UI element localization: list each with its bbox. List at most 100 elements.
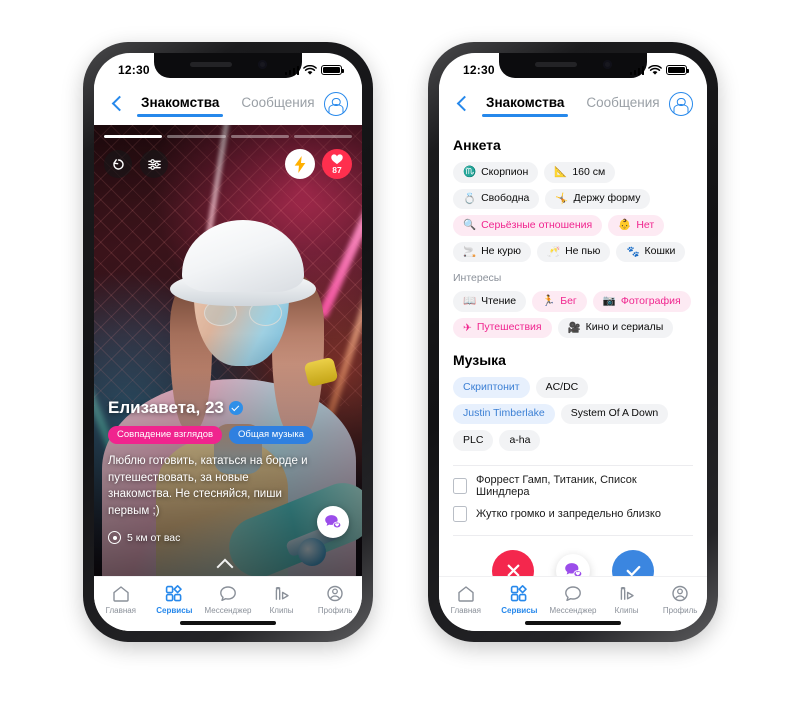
nav-item-messenger[interactable]: Мессенджер bbox=[547, 584, 599, 615]
chip-drinking[interactable]: 🥂 Не пью bbox=[536, 241, 611, 263]
nav-item-services[interactable]: Сервисы bbox=[493, 584, 545, 615]
cigarette-icon: 🚬 bbox=[463, 245, 477, 258]
nav-label-clips: Клипы bbox=[614, 606, 639, 615]
nav-item-profile[interactable]: Профиль bbox=[309, 584, 361, 615]
nav-label-services: Сервисы bbox=[156, 606, 193, 615]
top-navigation-bar: Знакомства Сообщения bbox=[439, 83, 707, 125]
chip-photography[interactable]: 📷 Фотография bbox=[592, 291, 691, 312]
film-strip-icon bbox=[453, 477, 467, 494]
tab-messages[interactable]: Сообщения bbox=[586, 95, 659, 114]
chip-label: Серьёзные отношения bbox=[481, 218, 593, 231]
match-badges: Совпадение взглядов Общая музыка bbox=[108, 425, 348, 444]
baby-icon: 👶 bbox=[618, 219, 632, 232]
likes-counter[interactable]: 87 bbox=[322, 149, 352, 179]
nav-item-services[interactable]: Сервисы bbox=[148, 584, 200, 615]
nav-item-messenger[interactable]: Мессенджер bbox=[202, 584, 254, 615]
chip-pets[interactable]: 🐾 Кошки bbox=[616, 241, 686, 263]
chip-zodiac[interactable]: ♏ Скорпион bbox=[453, 162, 539, 183]
chip-label: Нет bbox=[636, 218, 655, 231]
back-chevron-icon[interactable] bbox=[108, 94, 128, 114]
nav-item-clips[interactable]: Клипы bbox=[256, 584, 308, 615]
profile-circle-icon bbox=[670, 584, 690, 603]
account-circle-icon[interactable] bbox=[324, 92, 348, 116]
ring-icon: 💍 bbox=[463, 192, 477, 205]
home-indicator[interactable] bbox=[180, 621, 276, 625]
chevron-up-icon[interactable] bbox=[215, 558, 241, 568]
wifi-icon bbox=[648, 64, 662, 76]
clips-play-icon bbox=[617, 584, 637, 603]
chip-height[interactable]: 📐 160 см bbox=[544, 162, 616, 183]
nav-label-services: Сервисы bbox=[501, 606, 538, 615]
chip-label: 160 см bbox=[572, 165, 606, 178]
nav-item-profile[interactable]: Профиль bbox=[654, 584, 706, 615]
badge-music-match[interactable]: Общая музыка bbox=[229, 425, 313, 444]
chip-artist[interactable]: System Of A Down bbox=[560, 403, 669, 425]
profile-bio: Люблю готовить, кататься на борде и путе… bbox=[108, 454, 308, 518]
tab-dating[interactable]: Знакомства bbox=[481, 95, 569, 117]
section-title-interests: Интересы bbox=[453, 272, 502, 285]
rewind-arrow-icon[interactable] bbox=[104, 150, 132, 178]
dating-card[interactable]: 87 Елизавета, 23 Совпадение взглядов Общ… bbox=[94, 125, 362, 578]
chip-label: Не курю bbox=[481, 245, 521, 258]
chip-relationship-status[interactable]: 💍 Свободна bbox=[453, 188, 540, 210]
sliders-icon[interactable] bbox=[140, 150, 168, 178]
badge-views-match[interactable]: Совпадение взглядов bbox=[108, 425, 223, 444]
verified-check-icon bbox=[228, 400, 243, 415]
chip-travel[interactable]: ✈ Путешествия bbox=[453, 317, 552, 339]
profile-distance: 5 км от вас bbox=[108, 531, 348, 544]
chip-artist[interactable]: Justin Timberlake bbox=[453, 403, 555, 425]
battery-icon bbox=[666, 64, 690, 76]
profile-circle-icon bbox=[325, 584, 345, 603]
message-button[interactable] bbox=[556, 553, 590, 578]
dislike-button[interactable] bbox=[492, 549, 534, 578]
chat-heart-icon[interactable] bbox=[317, 506, 349, 538]
wifi-icon bbox=[303, 64, 317, 76]
chip-reading[interactable]: 📖 Чтение bbox=[453, 291, 527, 312]
phone-right: 12:30 Знакомства Сообщения Анкета ♏ Скор… bbox=[428, 42, 718, 642]
tab-messages[interactable]: Сообщения bbox=[241, 95, 314, 114]
status-bar-indicators bbox=[284, 64, 345, 76]
section-title-profile: Анкета bbox=[453, 137, 501, 153]
phone-left-screen: 12:30 Знакомства Сообщения 87 Елизавета,… bbox=[94, 53, 362, 631]
status-bar-indicators bbox=[629, 64, 690, 76]
tab-dating[interactable]: Знакомства bbox=[136, 95, 224, 117]
home-icon bbox=[111, 584, 131, 603]
card-info: Елизавета, 23 Совпадение взглядов Общая … bbox=[108, 398, 348, 544]
chip-artist[interactable]: a-ha bbox=[499, 430, 541, 451]
nav-item-clips[interactable]: Клипы bbox=[601, 584, 653, 615]
nav-label-messenger: Мессенджер bbox=[549, 606, 597, 615]
chip-label: Держу форму bbox=[573, 192, 641, 205]
nav-label-clips: Клипы bbox=[269, 606, 294, 615]
chip-movies[interactable]: 🎥 Кино и сериалы bbox=[557, 317, 674, 339]
photo-progress-bar[interactable] bbox=[104, 135, 352, 138]
nav-label-profile: Профиль bbox=[317, 606, 353, 615]
account-circle-icon[interactable] bbox=[669, 92, 693, 116]
chip-children[interactable]: 👶 Нет bbox=[608, 215, 665, 236]
top-tabs: Знакомства Сообщения bbox=[481, 95, 669, 117]
chip-fitness[interactable]: 🤸 Держу форму bbox=[545, 188, 651, 210]
fitness-icon: 🤸 bbox=[555, 192, 569, 205]
heart-icon bbox=[331, 154, 343, 165]
lightning-bolt-icon[interactable] bbox=[285, 149, 315, 179]
nav-label-messenger: Мессенджер bbox=[204, 606, 252, 615]
like-button[interactable] bbox=[612, 549, 654, 578]
home-indicator[interactable] bbox=[525, 621, 621, 625]
zodiac-scorpio-icon: ♏ bbox=[463, 166, 477, 179]
services-grid-icon bbox=[509, 584, 529, 603]
profile-details: Анкета ♏ Скорпион 📐 160 см 💍 Свободна 🤸 Держ… bbox=[439, 125, 707, 578]
chip-smoking[interactable]: 🚬 Не курю bbox=[453, 241, 531, 263]
chip-running[interactable]: 🏃 Бег bbox=[532, 291, 587, 312]
chip-artist[interactable]: Скриптонит bbox=[453, 377, 530, 398]
chat-bubble-icon bbox=[563, 584, 583, 603]
chip-looking-for[interactable]: 🔍 Серьёзные отношения bbox=[453, 215, 603, 236]
back-chevron-icon[interactable] bbox=[453, 94, 473, 114]
home-icon bbox=[456, 584, 476, 603]
chip-artist[interactable]: AC/DC bbox=[535, 377, 589, 398]
nav-item-home[interactable]: Главная bbox=[95, 584, 147, 615]
cellular-bars-icon bbox=[284, 65, 299, 75]
nav-item-home[interactable]: Главная bbox=[440, 584, 492, 615]
chip-label: Не пью bbox=[565, 245, 601, 258]
chip-artist[interactable]: PLC bbox=[453, 430, 494, 451]
chip-label: Фотография bbox=[620, 294, 681, 307]
nav-label-profile: Профиль bbox=[662, 606, 698, 615]
